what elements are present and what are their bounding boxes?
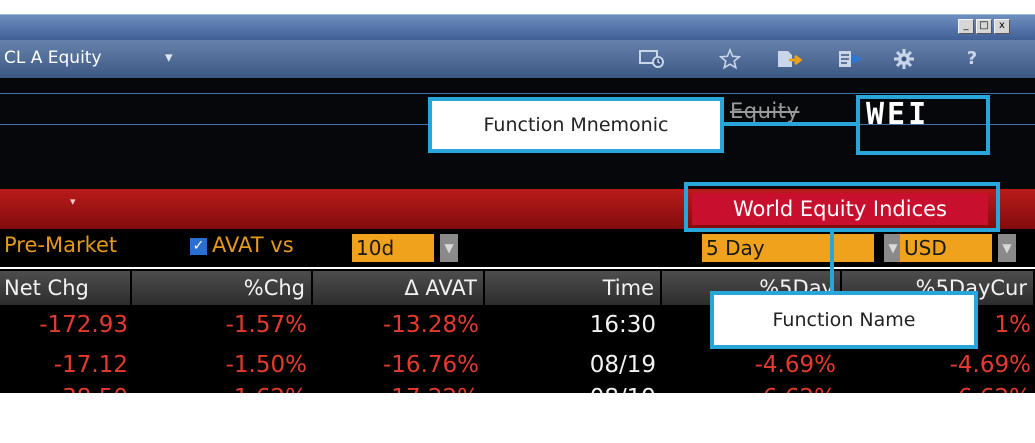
change-period-field[interactable]: 5 Day (702, 234, 874, 262)
avat-checkbox[interactable]: ✓ (190, 238, 207, 255)
minimize-button[interactable]: _ (958, 19, 974, 34)
net-chg-cell: -172.93 (39, 312, 128, 338)
clock-window-icon[interactable] (638, 48, 666, 70)
chevron-down-icon[interactable]: ▼ (998, 234, 1016, 262)
chevron-down-icon[interactable]: ▾ (165, 48, 173, 66)
delta-avat-cell: -13.28% (383, 312, 479, 338)
function-name-leader (830, 232, 834, 292)
column-header-net-chg[interactable]: Net Chg (0, 271, 132, 305)
time-cell: 08/19 (485, 385, 656, 393)
function-mnemonic-highlight (856, 95, 990, 155)
pct-5day-cur-cell: -4.69% (949, 352, 1031, 378)
maximize-button[interactable]: □ (976, 19, 992, 34)
bloomberg-terminal-screenshot: _ □ x CL A Equity ▾ ? Equity WEI ▾ World… (0, 0, 1035, 443)
yellow-key-label: Equity (730, 99, 800, 123)
delta-avat-cell: -17.22% (313, 385, 479, 393)
delta-avat-cell: -16.76% (383, 352, 479, 378)
star-icon[interactable] (716, 47, 744, 70)
gear-icon[interactable] (890, 48, 918, 70)
pct-5day-cell: -4.69% (754, 352, 836, 378)
toolbar (0, 40, 1035, 78)
pct-5day-cur-cell: -6.62% (842, 385, 1031, 393)
options-row (0, 229, 1035, 267)
pct-chg-cell: -1.57% (225, 312, 307, 338)
time-cell: 08/19 (589, 352, 656, 378)
security-selector[interactable]: CL A Equity (4, 48, 102, 68)
column-header-time[interactable]: Time (485, 271, 662, 305)
window-title-bar (0, 14, 1035, 40)
currency-field[interactable]: USD (900, 234, 992, 262)
close-button[interactable]: x (994, 19, 1010, 34)
actions-dropdown-icon[interactable]: ▾ (70, 195, 76, 208)
help-icon[interactable]: ? (958, 48, 986, 70)
function-name-highlight (684, 182, 1000, 232)
column-header-delta-avat[interactable]: Δ AVAT (313, 271, 485, 305)
avat-period-field[interactable]: 10d (352, 234, 434, 262)
column-header-pct-chg[interactable]: %Chg (132, 271, 313, 305)
session-selector[interactable]: Pre-Market (4, 233, 117, 257)
pct-chg-cell: -1.62% (132, 385, 307, 393)
time-cell: 16:30 (589, 312, 656, 338)
send-icon[interactable] (836, 48, 864, 70)
chevron-down-icon[interactable]: ▼ (440, 234, 458, 262)
avat-label: AVAT vs (212, 233, 294, 257)
pct-chg-cell: -1.50% (225, 352, 307, 378)
function-mnemonic-leader (724, 122, 860, 126)
pct-5day-cell: -6.62% (662, 385, 836, 393)
function-mnemonic-callout: Function Mnemonic (428, 97, 724, 153)
function-name-callout: Function Name (710, 291, 978, 349)
net-chg-cell: -17.12 (53, 352, 128, 378)
export-icon[interactable] (775, 48, 803, 70)
net-chg-cell: -38.50 (0, 385, 128, 393)
